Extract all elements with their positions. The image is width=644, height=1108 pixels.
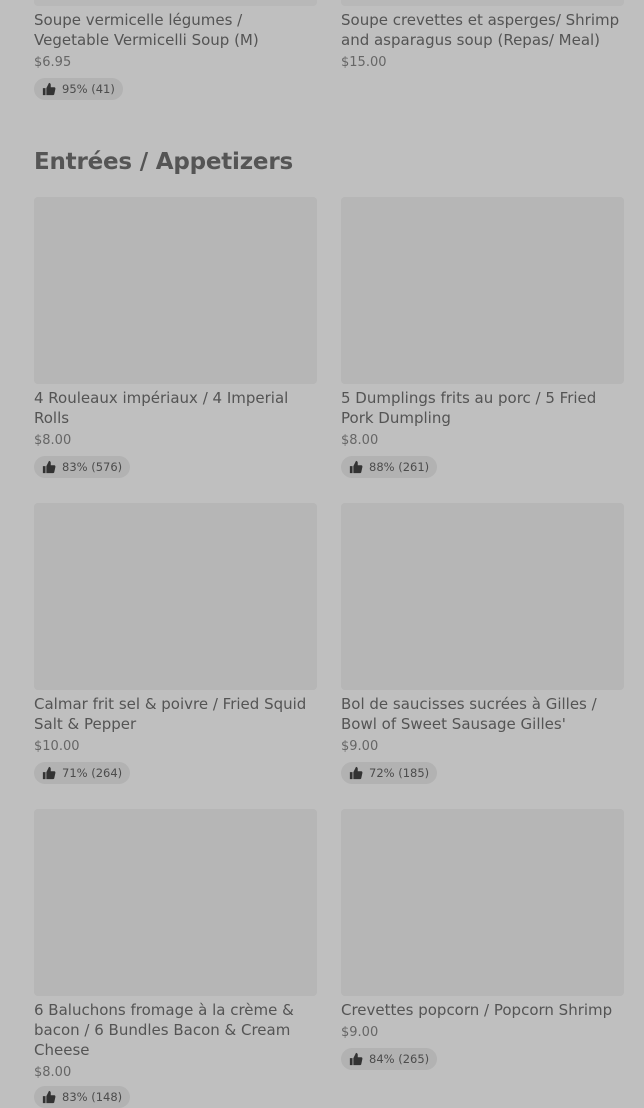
item-name[interactable]: Soupe vermicelle légumes / Vegetable Ver… (34, 10, 314, 50)
item-price: $8.00 (34, 433, 72, 448)
thumbs-up-icon (42, 766, 56, 780)
thumbs-up-icon (349, 1052, 363, 1066)
rating-badge: 95% (41) (34, 78, 123, 100)
item-image[interactable] (341, 503, 624, 690)
rating-badge: 83% (148) (34, 1086, 131, 1108)
rating-text: 71% (264) (62, 766, 123, 780)
section-title: Entrées / Appetizers (34, 149, 293, 175)
item-name[interactable]: Calmar frit sel & poivre / Fried Squid S… (34, 694, 319, 734)
rating-badge: 84% (265) (341, 1048, 438, 1070)
item-image[interactable] (34, 809, 317, 996)
rating-badge: 83% (576) (34, 456, 131, 478)
item-name[interactable]: Soupe crevettes et asperges/ Shrimp and … (341, 10, 631, 50)
item-price: $10.00 (34, 739, 80, 754)
rating-badge: 88% (261) (341, 456, 438, 478)
rating-text: 84% (265) (369, 1052, 430, 1066)
thumbs-up-icon (349, 766, 363, 780)
item-price: $8.00 (341, 433, 379, 448)
thumbs-up-icon (42, 82, 56, 96)
item-name[interactable]: 6 Baluchons fromage à la crème & bacon /… (34, 1000, 309, 1060)
item-image[interactable] (34, 197, 317, 384)
rating-badge: 72% (185) (341, 762, 438, 784)
item-name[interactable]: 4 Rouleaux impériaux / 4 Imperial Rolls (34, 388, 314, 428)
item-price: $6.95 (34, 55, 72, 70)
rating-text: 95% (41) (62, 82, 115, 96)
rating-badge: 71% (264) (34, 762, 131, 784)
thumbs-up-icon (42, 460, 56, 474)
item-image[interactable] (341, 197, 624, 384)
item-price: $9.00 (341, 739, 379, 754)
rating-text: 83% (576) (62, 460, 123, 474)
item-name[interactable]: Crevettes popcorn / Popcorn Shrimp (341, 1000, 626, 1020)
thumbs-up-icon (349, 460, 363, 474)
item-image[interactable] (34, 0, 317, 6)
item-image[interactable] (34, 503, 317, 690)
item-image[interactable] (341, 0, 624, 6)
rating-text: 72% (185) (369, 766, 430, 780)
item-image[interactable] (341, 809, 624, 996)
rating-text: 88% (261) (369, 460, 430, 474)
item-name[interactable]: 5 Dumplings frits au porc / 5 Fried Pork… (341, 388, 621, 428)
item-price: $9.00 (341, 1025, 379, 1040)
item-price: $15.00 (341, 55, 387, 70)
item-price: $8.00 (34, 1065, 72, 1080)
item-name[interactable]: Bol de saucisses sucrées à Gilles / Bowl… (341, 694, 621, 734)
